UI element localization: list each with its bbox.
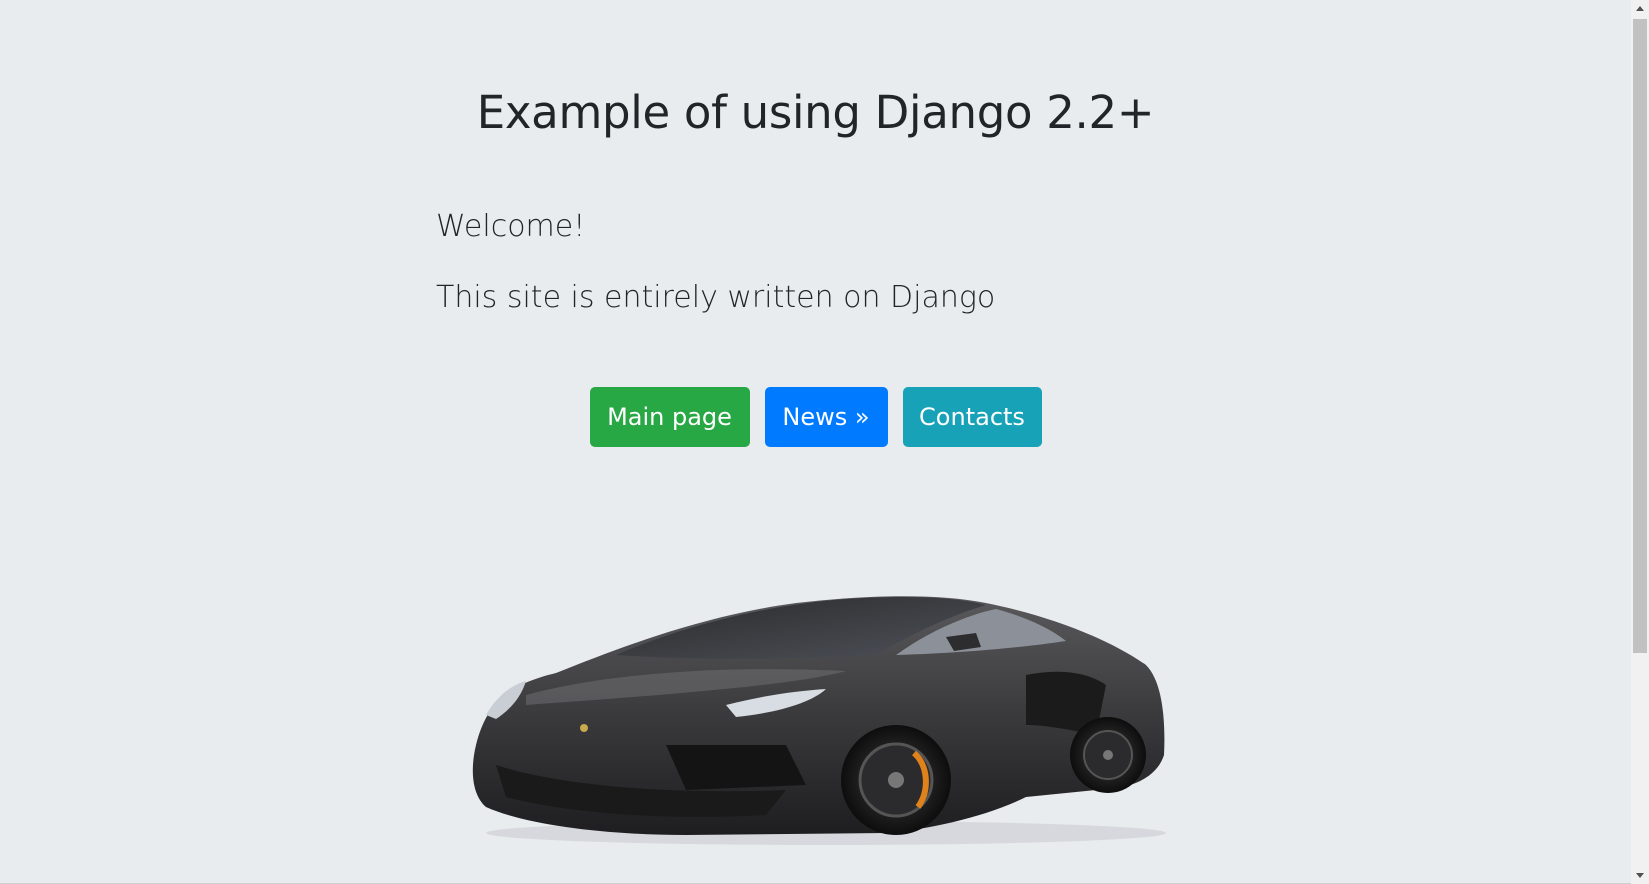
page-title: Example of using Django 2.2+ — [476, 86, 1155, 139]
site-description: This site is entirely written on Django — [436, 280, 996, 315]
contacts-button[interactable]: Contacts — [902, 387, 1042, 447]
page-viewport: Example of using Django 2.2+ Welcome! Th… — [0, 0, 1631, 884]
nav-button-group: Main page News » Contacts — [0, 387, 1631, 447]
scrollbar-thumb[interactable] — [1633, 19, 1647, 653]
triangle-up-icon[interactable] — [1631, 0, 1649, 17]
welcome-text: Welcome! — [436, 209, 586, 244]
vertical-scrollbar[interactable] — [1631, 0, 1649, 884]
news-button[interactable]: News » — [764, 387, 888, 447]
sports-car-image — [472, 596, 1166, 845]
main-page-button[interactable]: Main page — [589, 387, 750, 447]
triangle-down-icon[interactable] — [1631, 867, 1649, 884]
